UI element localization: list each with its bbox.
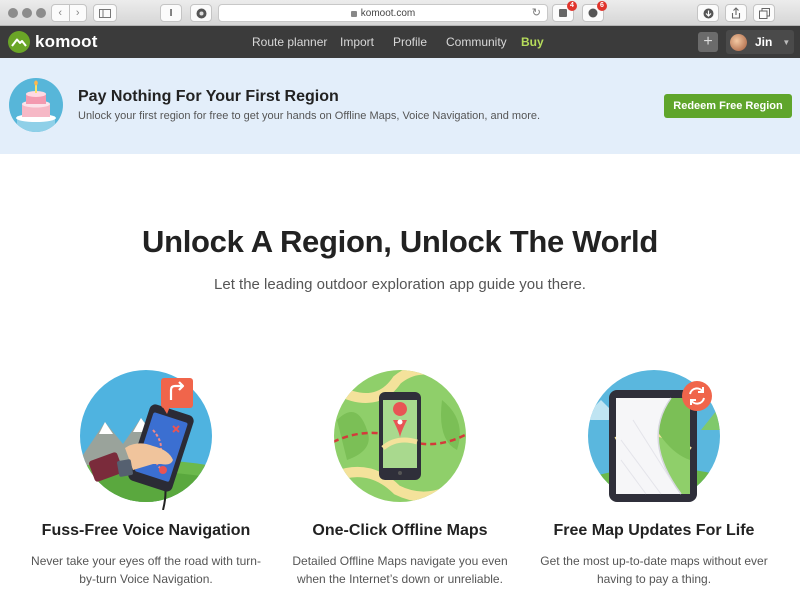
download-icon — [703, 8, 713, 18]
user-menu[interactable]: Jin ▼ — [726, 30, 794, 54]
mountain-logo-icon — [8, 31, 30, 53]
nav-route-planner[interactable]: Route planner — [252, 26, 327, 58]
forward-icon[interactable]: › — [68, 5, 87, 21]
redeem-free-region-button[interactable]: Redeem Free Region — [664, 94, 792, 118]
sidebar-toggle-button[interactable] — [93, 4, 117, 22]
offline-maps-illustration — [334, 370, 466, 502]
back-icon[interactable]: ‹ — [52, 5, 69, 21]
history-nav: ‹ › — [51, 4, 87, 22]
site-header: komoot Route planner Import Profile Comm… — [0, 26, 800, 58]
share-button[interactable] — [725, 4, 747, 22]
extension-button-2[interactable]: 6 — [582, 1, 607, 22]
page-subtitle: Let the leading outdoor exploration app … — [214, 276, 586, 293]
promo-subtitle: Unlock your first region for free to get… — [78, 110, 541, 122]
nav-import[interactable]: Import — [340, 26, 374, 58]
lock-icon — [350, 11, 357, 17]
close-window-button[interactable] — [8, 8, 18, 18]
nav-buy[interactable]: Buy — [521, 26, 544, 58]
tabs-overview-button[interactable] — [753, 4, 775, 22]
extension-badge-2: 6 — [597, 1, 607, 11]
privacy-extension-button[interactable] — [190, 4, 212, 22]
nav-profile[interactable]: Profile — [393, 26, 427, 58]
zoom-window-button[interactable] — [36, 8, 46, 18]
plus-icon: + — [703, 33, 713, 50]
feature-title: Fuss-Free Voice Navigation — [41, 522, 251, 539]
feature-description: Never take your eyes off the road with t… — [31, 554, 261, 586]
extension-badge-1: 4 — [567, 1, 577, 11]
extension-icon — [559, 9, 567, 17]
create-button[interactable]: + — [698, 32, 718, 52]
chevron-down-icon: ▼ — [782, 37, 791, 47]
text-cursor-icon: I — [169, 7, 173, 19]
address-bar-url: komoot.com — [360, 7, 416, 19]
share-icon — [731, 7, 741, 19]
minimize-window-button[interactable] — [22, 8, 32, 18]
user-name: Jin — [755, 35, 773, 49]
birthday-cake-icon — [9, 78, 63, 132]
downloads-button[interactable] — [697, 4, 719, 22]
map-updates-illustration — [588, 370, 720, 502]
page-title: Unlock A Region, Unlock The World — [142, 224, 658, 259]
komoot-logo[interactable]: komoot — [8, 31, 98, 53]
reader-button[interactable]: I — [160, 4, 182, 22]
reload-icon[interactable]: ↻ — [532, 6, 541, 19]
extension-button-1[interactable]: 4 — [552, 1, 577, 22]
voice-navigation-illustration — [80, 370, 212, 510]
promo-title: Pay Nothing For Your First Region — [78, 88, 339, 105]
feature-description: Get the most up-to-date maps without eve… — [540, 554, 768, 586]
avatar — [730, 33, 747, 51]
address-bar[interactable]: komoot.com ↻ — [218, 4, 548, 22]
shield-icon — [196, 8, 206, 18]
brand-name: komoot — [35, 32, 98, 51]
feature-description: Detailed Offline Maps navigate you even … — [292, 554, 508, 586]
tabs-icon — [758, 7, 770, 19]
sidebar-icon — [99, 8, 111, 18]
browser-toolbar: ‹ › I komoot.com ↻ 4 6 + — [0, 0, 800, 40]
feature-title: Free Map Updates For Life — [553, 522, 755, 539]
adblock-icon — [588, 8, 598, 18]
nav-community[interactable]: Community — [446, 26, 507, 58]
feature-title: One-Click Offline Maps — [312, 522, 488, 539]
